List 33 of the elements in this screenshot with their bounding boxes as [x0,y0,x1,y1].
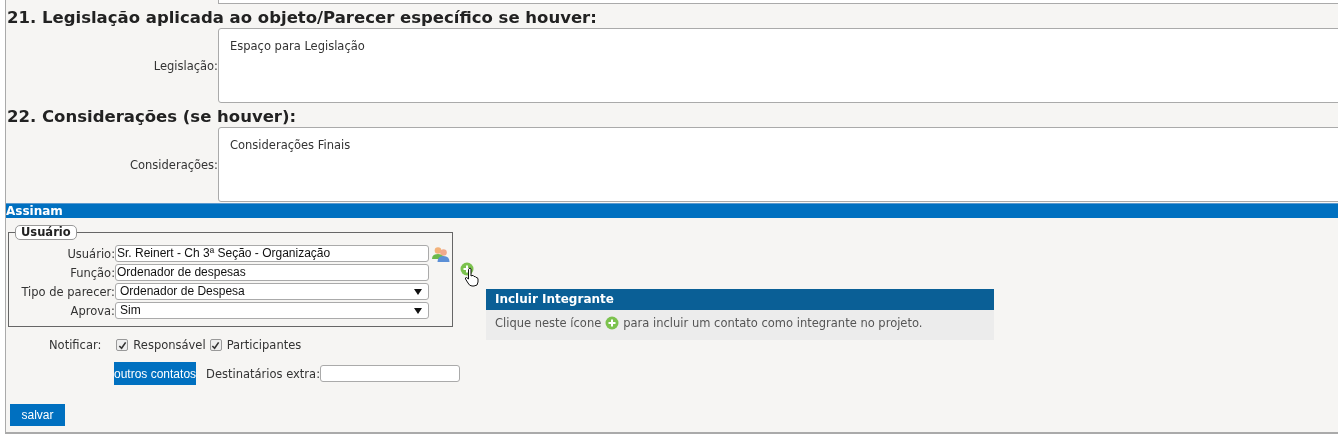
hand-cursor-icon [464,267,480,287]
section-bar: Assinam [6,203,1338,218]
dropdown[interactable]: Sim [115,302,429,319]
text-area[interactable]: Considerações Finais [218,127,1338,202]
checkbox-label: Participantes [226,338,302,352]
people-icon[interactable] [432,245,450,262]
checkbox[interactable] [116,339,129,351]
field-label: Função: [69,265,115,280]
checkbox[interactable] [209,339,222,351]
text-area[interactable]: Espaço para Legislação [218,28,1338,103]
section-heading: 21. Legislação aplicada ao objeto/Parecer específico se houver: [7,8,598,28]
text-field[interactable]: Ordenador de despesas [115,264,429,281]
info-text: para incluir um contato como integrante no projeto. [623,316,923,330]
caret-icon [414,306,422,315]
section-heading: 22. Considerações (se houver): [7,107,298,127]
field-label: Tipo de parecer: [20,284,115,299]
field-label: Destinatários extra: [206,366,321,381]
fieldset-legend: Usuário [15,225,77,240]
caret-icon [414,287,422,296]
field-label: Legislação: [153,58,218,73]
field-label: Considerações: [130,157,218,172]
save-button[interactable]: salvar [10,404,65,426]
field-label: Usuário: [66,246,115,261]
panel-title: Incluir Integrante [486,289,994,310]
text-field[interactable] [320,365,460,382]
info-text: Clique neste ícone [495,316,602,330]
dropdown[interactable]: Ordenador de Despesa [115,283,429,300]
field-label: Notificar: [49,338,102,352]
add-icon [605,316,620,330]
checkbox-label: Responsável [133,338,206,352]
field-label: Aprova: [69,303,115,318]
other-contacts-button[interactable]: outros contatos [114,362,197,385]
text-field[interactable]: Sr. Reinert - Ch 3ª Seção - Organização [115,245,429,262]
